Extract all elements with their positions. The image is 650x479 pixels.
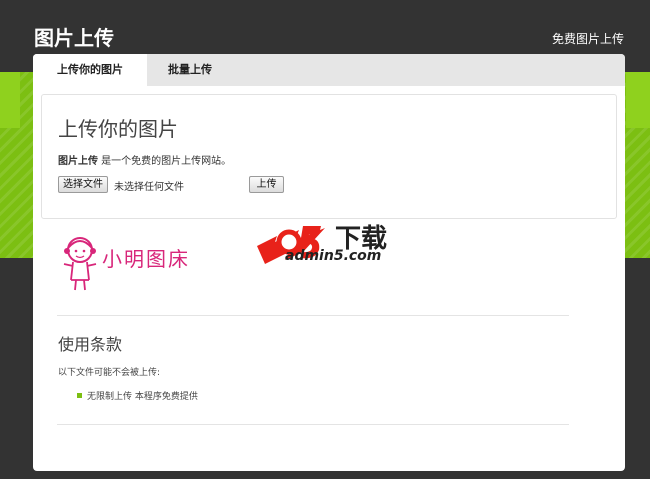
site-title[interactable]: 图片上传: [34, 22, 114, 51]
green-bullet-icon: [77, 393, 82, 398]
content-card: 上传你的图片 批量上传 上传你的图片 图片上传 是一个免费的图片上传网站。 选择…: [33, 54, 625, 471]
band-notch-right: [626, 72, 650, 128]
a5-logo-url-text: admin5.com: [285, 248, 382, 264]
upload-panel-title: 上传你的图片: [58, 117, 178, 141]
cartoon-girl-icon: [63, 237, 97, 291]
band-notch-left: [0, 72, 20, 128]
top-link[interactable]: 免费图片上传: [552, 30, 624, 47]
terms-intro: 以下文件可能不会被上传:: [58, 368, 161, 378]
tab-batch-upload[interactable]: 批量上传: [147, 54, 233, 86]
tab-bar: 上传你的图片 批量上传: [33, 54, 625, 86]
upload-panel-description: 图片上传 是一个免费的图片上传网站。: [58, 152, 231, 167]
choose-file-button[interactable]: 选择文件: [58, 176, 108, 193]
tab-upload-image[interactable]: 上传你的图片: [33, 54, 147, 86]
terms-title: 使用条款: [58, 335, 123, 354]
site-name-strong: 图片上传: [58, 156, 98, 167]
divider-upper: [57, 315, 569, 316]
terms-item-text: 无限制上传 本程序免费提供: [87, 392, 198, 402]
terms-list-item: 无限制上传 本程序免费提供: [77, 389, 198, 402]
upload-button[interactable]: 上传: [249, 176, 284, 193]
a5-download-logo: 下载 admin5.com: [255, 216, 400, 272]
file-status-text: 未选择任何文件: [114, 182, 184, 193]
description-text: 是一个免费的图片上传网站。: [98, 156, 232, 167]
xiaoming-logo-text: 小明图床: [102, 247, 190, 271]
divider-lower: [57, 424, 569, 425]
xiaoming-logo: 小明图床: [60, 234, 200, 292]
upload-panel: 上传你的图片 图片上传 是一个免费的图片上传网站。 选择文件 未选择任何文件 上…: [41, 94, 617, 219]
